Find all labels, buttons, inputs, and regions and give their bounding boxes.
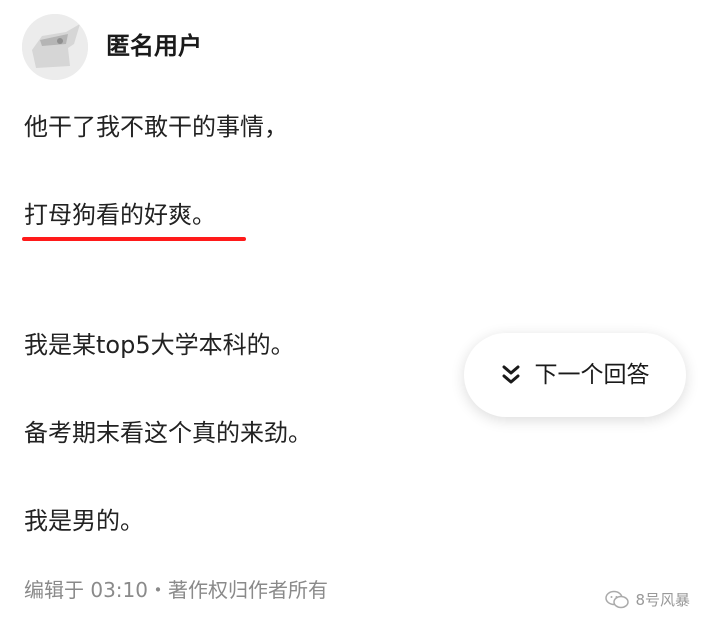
next-answer-label: 下一个回答 — [534, 362, 650, 388]
answer-paragraph: 我是某top5大学本科的。 — [24, 331, 295, 359]
avatar[interactable] — [22, 14, 88, 80]
answer-paragraph: 我是男的。 — [24, 507, 144, 535]
watermark-text: 8号风暴 — [635, 591, 690, 609]
answer-paragraph: 备考期末看这个真的来劲。 — [24, 419, 312, 447]
red-highlight-underline — [22, 237, 246, 241]
edit-meta: 编辑于 03:10・著作权归作者所有 — [24, 578, 328, 602]
next-answer-button[interactable]: 下一个回答 — [464, 333, 686, 417]
chevron-double-down-icon — [502, 365, 519, 384]
wechat-icon — [605, 590, 630, 609]
answer-paragraph: 他干了我不敢干的事情， — [24, 113, 288, 141]
watermark: 8号风暴 — [605, 590, 690, 610]
author-name[interactable]: 匿名用户 — [106, 28, 202, 64]
answer-paragraph: 打母狗看的好爽。 — [24, 201, 216, 229]
anonymous-avatar-icon — [22, 14, 88, 80]
